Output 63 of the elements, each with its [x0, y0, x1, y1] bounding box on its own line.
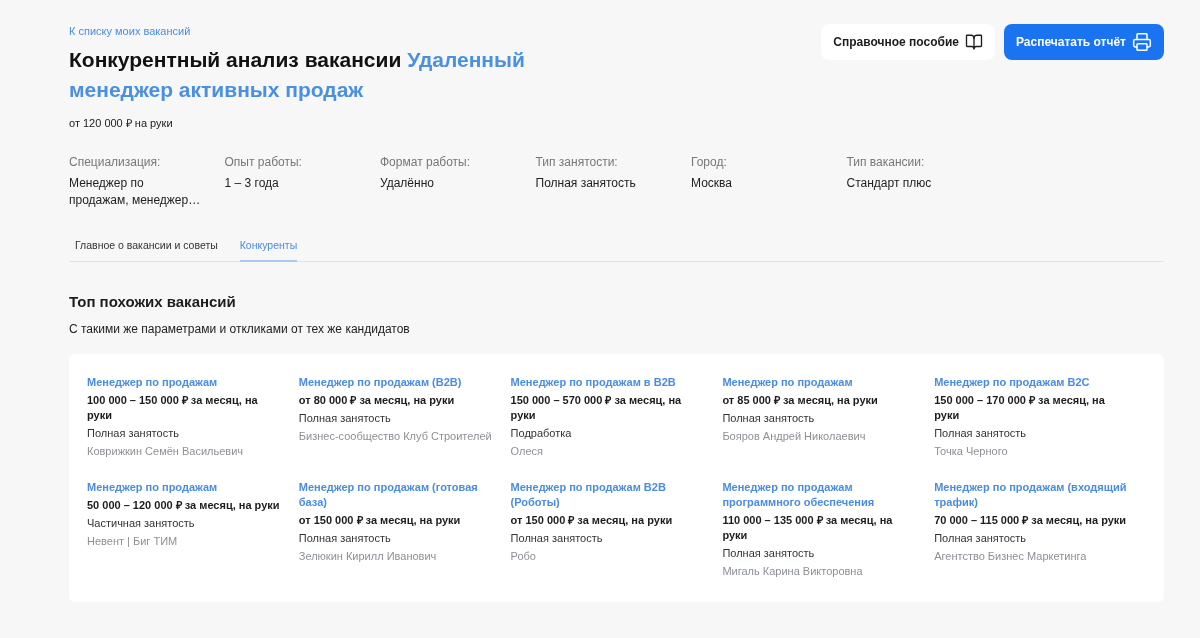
page-title: Конкурентный анализ вакансии Удаленный менеджер активных продаж [69, 47, 526, 103]
print-button[interactable]: Распечатать отчёт [1003, 24, 1164, 60]
vacancy-company: Робо [510, 549, 536, 564]
param-value: Москва [691, 175, 733, 192]
vacancy-employment: Полная занятость [298, 411, 391, 426]
vacancy-salary: 50 000 – 120 000 ₽ за месяц, на руки [87, 498, 280, 513]
param-value: 1 – 3 года [224, 175, 280, 192]
param-value: Полная занятость [535, 175, 637, 192]
vacancy-company: Олеся [510, 444, 544, 459]
vacancy-company: Агентство Бизнес Маркетинга [934, 549, 1087, 564]
vacancy-employment: Полная занятость [934, 426, 1027, 441]
param-label: Формат работы: [380, 155, 472, 170]
vacancy-company: Мигаль Карина Викторовна [722, 564, 863, 579]
section-title: Топ похожих вакансий [69, 292, 237, 312]
vacancy-title-link[interactable]: Менеджер по продажам B2C [934, 375, 1090, 390]
param-label: Тип вакансии: [846, 155, 926, 170]
param-value: Удалённо [380, 175, 435, 192]
vacancy-employment: Полная занятость [298, 531, 391, 546]
vacancy-employment: Полная занятость [722, 546, 815, 561]
param-label: Специализация: [69, 155, 162, 170]
vacancy-company: Бизнес-сообщество Клуб Строителей [298, 429, 492, 444]
vacancy-salary: 150 000 – 570 000 ₽ за месяц, на руки [510, 393, 683, 423]
vacancy-company: Зелюкин Кирилл Иванович [298, 549, 437, 564]
book-icon [964, 33, 983, 51]
vacancy-company: Невент | Биг ТИМ [87, 534, 178, 549]
vacancy-salary: от 85 000 ₽ за месяц, на руки [722, 393, 878, 408]
vacancy-title-link[interactable]: Менеджер по продажам программного обеспечения [722, 480, 920, 510]
param-label: Опыт работы: [224, 155, 303, 170]
tab[interactable]: Конкуренты [239, 229, 298, 262]
vacancy-salary: от 150 000 ₽ за месяц, на руки [298, 513, 461, 528]
vacancy-employment: Полная занятость [722, 411, 815, 426]
vacancy-salary: от 150 000 ₽ за месяц, на руки [510, 513, 673, 528]
vacancy-company: Коврижкин Семён Васильевич [87, 444, 244, 459]
tab[interactable]: Главное о вакансии и советы [75, 229, 218, 262]
vacancy-employment: Подработка [510, 426, 572, 441]
back-link[interactable]: К списку моих вакансий [69, 24, 191, 38]
vacancy-title-link[interactable]: Менеджер по продажам B2B (Роботы) [510, 480, 708, 510]
guide-button[interactable]: Справочное пособие [821, 24, 995, 60]
param-value: Стандарт плюс [846, 175, 933, 192]
section-subtitle: С такими же параметрами и откликами от тех же кандидатов [69, 321, 411, 337]
vacancy-company: Точка Черного [934, 444, 1008, 459]
salary-text: от 120 000 ₽ на руки [69, 116, 173, 131]
param-value: Менеджер по продажам, менеджер… [69, 175, 202, 209]
vacancy-company: Бояров Андрей Николаевич [722, 429, 866, 444]
vacancy-title-link[interactable]: Менеджер по продажам [87, 480, 218, 495]
vacancy-salary: от 80 000 ₽ за месяц, на руки [298, 393, 455, 408]
vacancy-title-link[interactable]: Менеджер по продажам [722, 375, 853, 390]
param-label: Город: [691, 155, 728, 170]
vacancy-title-link[interactable]: Менеджер по продажам в B2B [510, 375, 676, 390]
vacancy-salary: 150 000 – 170 000 ₽ за месяц, на руки [934, 393, 1106, 423]
vacancy-employment: Полная занятость [510, 531, 603, 546]
vacancy-title-link[interactable]: Менеджер по продажам (B2B) [298, 375, 462, 390]
vacancy-title-link[interactable]: Менеджер по продажам (готовая база) [298, 480, 496, 510]
vacancy-title-link[interactable]: Менеджер по продажам (входящий трафик) [934, 480, 1132, 510]
vacancy-employment: Полная занятость [934, 531, 1027, 546]
vacancy-salary: 70 000 – 115 000 ₽ за месяц, на руки [934, 513, 1127, 528]
vacancy-title-link[interactable]: Менеджер по продажам [87, 375, 218, 390]
vacancy-employment: Полная занятость [87, 426, 179, 441]
param-label: Тип занятости: [535, 155, 619, 170]
printer-icon [1132, 32, 1152, 52]
vacancy-salary: 100 000 – 150 000 ₽ за месяц, на руки [87, 393, 259, 423]
vacancy-salary: 110 000 – 135 000 ₽ за месяц, на руки [722, 513, 894, 543]
vacancy-employment: Частичная занятость [87, 516, 195, 531]
